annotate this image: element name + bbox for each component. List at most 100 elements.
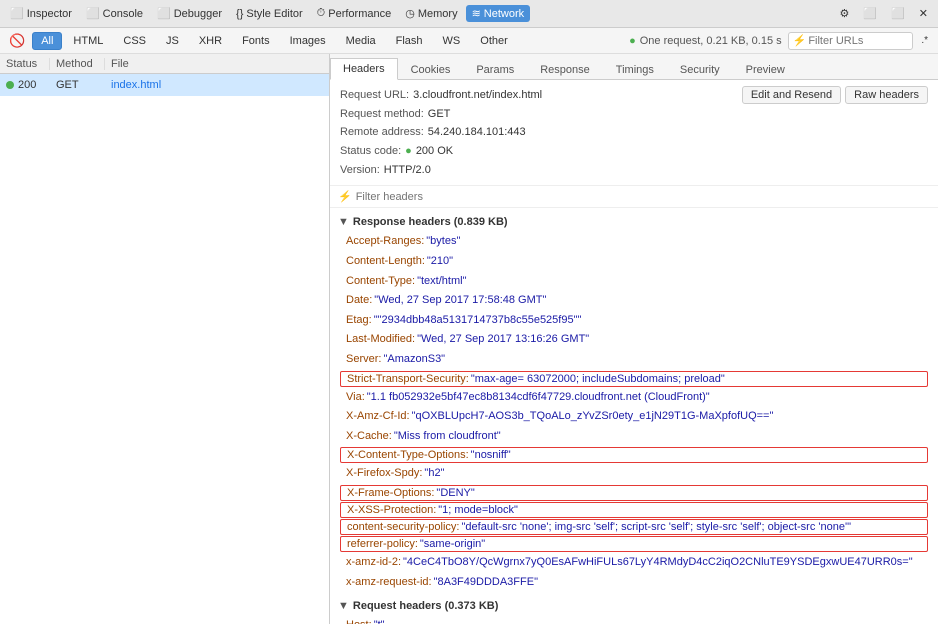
method-label: Request method: — [340, 105, 424, 124]
request-count-icon: ● — [629, 35, 636, 47]
filter-url-icon: ⚡ — [793, 34, 807, 47]
status-value: 200 OK — [416, 142, 453, 161]
tab-timings[interactable]: Timings — [603, 59, 667, 80]
main-container: Status Method File 200 GET index.html He… — [0, 54, 938, 624]
filter-media[interactable]: Media — [337, 32, 385, 50]
method-value: GET — [428, 105, 451, 124]
header-value: "qOXBLUpcH7-AOS3b_TQoALo_zYvZSr0ety_e1jN… — [412, 408, 774, 426]
header-value: "Wed, 27 Sep 2017 17:58:48 GMT" — [374, 292, 546, 310]
filter-css[interactable]: CSS — [114, 32, 155, 50]
console-tab[interactable]: ⬜ Console — [80, 5, 149, 22]
network-tab[interactable]: ≋ Network — [466, 5, 531, 22]
response-section-arrow: ▼ — [338, 216, 349, 228]
header-item: X-Amz-Cf-Id: "qOXBLUpcH7-AOS3b_TQoALo_zY… — [330, 407, 938, 427]
console-icon: ⬜ — [86, 7, 100, 20]
status-label: Status code: — [340, 142, 401, 161]
filter-flash[interactable]: Flash — [387, 32, 432, 50]
header-name: Accept-Ranges: — [346, 233, 424, 251]
filter-headers-input[interactable] — [356, 191, 930, 203]
header-name: X-XSS-Protection: — [347, 504, 436, 516]
header-item: Accept-Ranges: "bytes" — [330, 232, 938, 252]
memory-tab[interactable]: ◷ Memory — [399, 5, 463, 22]
request-headers-section-header[interactable]: ▼ Request headers (0.373 KB) — [330, 596, 938, 616]
inspector-tab[interactable]: ⬜ Inspector — [4, 5, 78, 22]
header-item: x-amz-request-id: "8A3F49DDDA3FFE" — [330, 573, 938, 593]
header-value: "max-age= 63072000; includeSubdomains; p… — [471, 373, 725, 385]
header-name: referrer-policy: — [347, 538, 418, 550]
meta-actions: Edit and Resend Raw headers — [742, 86, 928, 104]
settings-icon[interactable]: ⚙ — [834, 5, 856, 22]
style-editor-tab[interactable]: {} Style Editor — [230, 6, 309, 22]
request-summary: ● One request, 0.21 KB, 0.15 s — [629, 35, 782, 47]
performance-tab[interactable]: ⏱ Performance — [311, 5, 398, 22]
dock-icon[interactable]: ⬜ — [857, 5, 883, 22]
filter-headers-icon: ⚡ — [338, 190, 352, 203]
filter-all[interactable]: All — [32, 32, 62, 50]
network-icon: ≋ — [472, 7, 481, 20]
memory-icon: ◷ — [405, 7, 415, 20]
undock-icon[interactable]: ⬜ — [885, 5, 911, 22]
filter-js[interactable]: JS — [157, 32, 188, 50]
filter-xhr[interactable]: XHR — [190, 32, 231, 50]
table-row[interactable]: 200 GET index.html — [0, 74, 329, 96]
request-list: Status Method File 200 GET index.html — [0, 54, 330, 624]
style-editor-icon: {} — [236, 8, 243, 20]
header-item: x-amz-id-2: "4CeC4TbO8Y/QcWgrnx7yQ0EsAFw… — [330, 553, 938, 573]
header-value: "210" — [427, 253, 453, 271]
status-dot-green — [6, 81, 14, 89]
header-value: "Miss from cloudfront" — [394, 428, 501, 446]
column-headers: Status Method File — [0, 54, 329, 74]
header-item: X-Firefox-Spdy: "h2" — [330, 464, 938, 484]
header-name: X-Cache: — [346, 428, 392, 446]
header-item-highlighted: X-Frame-Options: "DENY" — [340, 485, 928, 501]
header-name: X-Amz-Cf-Id: — [346, 408, 410, 426]
clear-requests-button[interactable]: 🚫 — [4, 32, 30, 50]
header-value: "h2" — [424, 465, 444, 483]
header-name: Etag: — [346, 312, 372, 330]
header-item-highlighted: X-Content-Type-Options: "nosniff" — [340, 447, 928, 463]
edit-resend-button[interactable]: Edit and Resend — [742, 86, 841, 104]
header-item: Host: "t" — [330, 616, 938, 624]
request-headers-list: Host: "t"User-Agent: "Mozilla/5.0 (Macin… — [330, 616, 938, 624]
status-cell: 200 — [0, 79, 50, 91]
method-cell: GET — [50, 79, 105, 91]
header-item: Via: "1.1 fb052932e5bf47ec8b8134cdf6f477… — [330, 388, 938, 408]
close-icon[interactable]: ✕ — [913, 5, 934, 22]
tab-params[interactable]: Params — [463, 59, 527, 80]
remote-value: 54.240.184.101:443 — [428, 123, 526, 142]
filter-html[interactable]: HTML — [64, 32, 112, 50]
header-item: Content-Type: "text/html" — [330, 272, 938, 292]
filter-toolbar: 🚫 All HTML CSS JS XHR Fonts Images Media… — [0, 28, 938, 54]
filter-other[interactable]: Other — [471, 32, 517, 50]
header-name: Last-Modified: — [346, 331, 415, 349]
debugger-tab[interactable]: ⬜ Debugger — [151, 5, 228, 22]
tab-preview[interactable]: Preview — [733, 59, 798, 80]
version-value: HTTP/2.0 — [384, 161, 431, 180]
tab-cookies[interactable]: Cookies — [398, 59, 464, 80]
status-indicator: ● — [405, 142, 412, 161]
raw-headers-button[interactable]: Raw headers — [845, 86, 928, 104]
tab-security[interactable]: Security — [667, 59, 733, 80]
header-value: "bytes" — [426, 233, 460, 251]
header-value: "Wed, 27 Sep 2017 13:16:26 GMT" — [417, 331, 589, 349]
regex-toggle[interactable]: .* — [915, 33, 934, 48]
header-item-highlighted: content-security-policy: "default-src 'n… — [340, 519, 928, 535]
header-item-highlighted: X-XSS-Protection: "1; mode=block" — [340, 502, 928, 518]
detail-panel: Headers Cookies Params Response Timings … — [330, 54, 938, 624]
header-name: Host: — [346, 617, 372, 624]
header-item: Server: "AmazonS3" — [330, 350, 938, 370]
header-value: "8A3F49DDDA3FFE" — [434, 574, 538, 592]
filter-images[interactable]: Images — [281, 32, 335, 50]
request-meta: Request URL: 3.cloudfront.net/index.html… — [330, 80, 938, 186]
tab-headers[interactable]: Headers — [330, 58, 398, 80]
header-item-highlighted: Strict-Transport-Security: "max-age= 630… — [340, 371, 928, 387]
filter-ws[interactable]: WS — [434, 32, 470, 50]
header-name: X-Firefox-Spdy: — [346, 465, 422, 483]
response-headers-section-header[interactable]: ▼ Response headers (0.839 KB) — [330, 212, 938, 232]
header-name: Date: — [346, 292, 372, 310]
filter-fonts[interactable]: Fonts — [233, 32, 279, 50]
filter-url-input[interactable] — [808, 35, 908, 47]
tab-response[interactable]: Response — [527, 59, 603, 80]
header-value: ""2934dbb48a5131714737b8c55e525f95"" — [374, 312, 582, 330]
request-section-arrow: ▼ — [338, 600, 349, 612]
